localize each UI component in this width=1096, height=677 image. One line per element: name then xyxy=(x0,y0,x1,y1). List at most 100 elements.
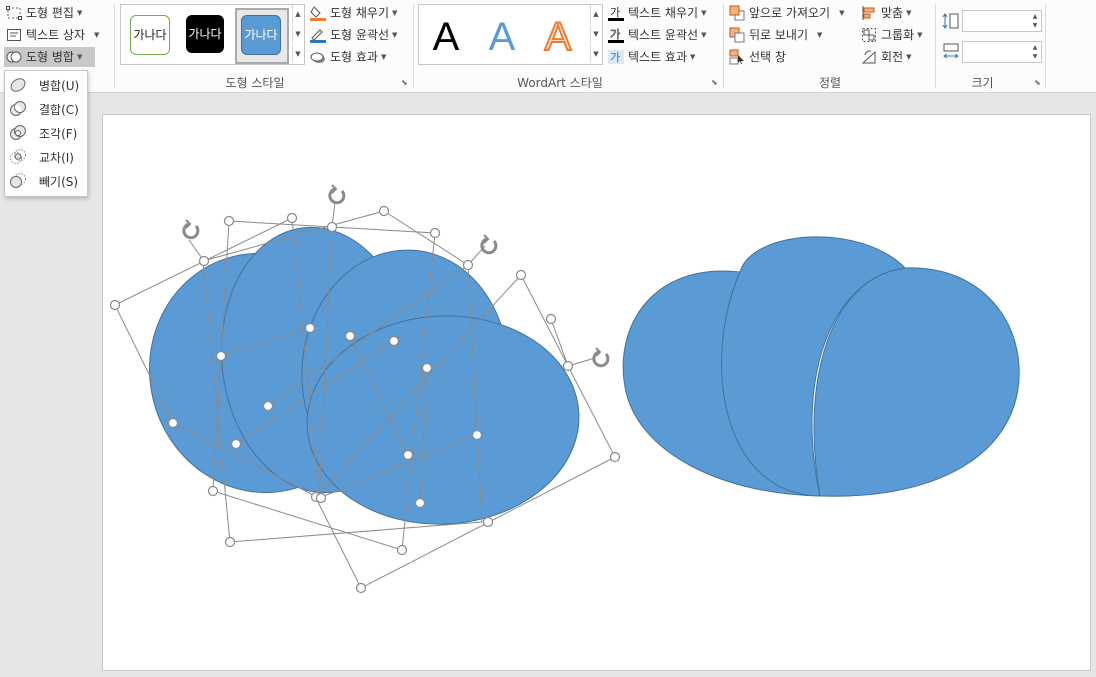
text-box-button[interactable]: 텍스트 상자 ▼ xyxy=(6,25,99,45)
merge-combine-item[interactable]: 결합(C) xyxy=(5,98,87,120)
svg-text:가: 가 xyxy=(610,28,620,41)
wordart-gallery[interactable]: A A A ▲ ▼ ▼ xyxy=(418,4,603,65)
edit-points-icon xyxy=(6,5,22,21)
shape-styles-gallery[interactable]: 가나다 가나다 가나다 ▲ ▼ ▼ xyxy=(120,4,305,65)
bring-forward-label: 앞으로 가져오기 xyxy=(749,6,831,20)
rotate-icon xyxy=(861,49,877,65)
selection-pane-button[interactable]: 선택 창 xyxy=(729,47,786,67)
text-outline-label: 텍스트 윤곽선 xyxy=(628,28,699,42)
merge-shapes-menu: 병합(U) 결합(C) 조각(F) 교차(I) 빼기(S) xyxy=(4,70,88,197)
shape-style-thumb[interactable]: 가나다 xyxy=(130,15,170,55)
send-backward-button[interactable]: 뒤로 보내기 ▼ xyxy=(729,25,822,45)
align-button[interactable]: 맞춤 ▼ xyxy=(861,3,911,23)
dialog-launcher-icon[interactable]: ⬊ xyxy=(401,79,409,87)
text-effects-button[interactable]: 가 텍스트 효과 ▼ xyxy=(608,47,695,67)
shape-effects-icon xyxy=(310,49,326,65)
shape-outline-button[interactable]: 도형 윤곽선 ▼ xyxy=(310,25,397,45)
group-icon xyxy=(861,27,877,43)
dialog-launcher-icon[interactable]: ⬊ xyxy=(711,79,719,87)
gallery-more[interactable]: ▼ xyxy=(292,45,303,63)
merge-union-label: 병합(U) xyxy=(39,78,80,93)
text-fill-icon: 가 xyxy=(608,5,624,21)
group-separator xyxy=(723,4,724,88)
fragment-icon xyxy=(9,124,27,142)
shape-height-input[interactable]: ▲ ▼ xyxy=(962,10,1042,32)
shape-fill-label: 도형 채우기 xyxy=(330,6,390,20)
wordart-sample[interactable]: A xyxy=(538,14,578,60)
text-outline-icon: 가 xyxy=(608,27,624,43)
chevron-down-icon: ▼ xyxy=(701,31,707,39)
selection-pane-icon xyxy=(729,49,745,65)
merge-subtract-label: 빼기(S) xyxy=(39,174,79,189)
merge-combine-label: 결합(C) xyxy=(39,102,79,117)
gallery-more[interactable]: ▼ xyxy=(590,45,601,63)
edit-shape-button[interactable]: 도형 편집 ▼ xyxy=(6,3,82,23)
group-separator xyxy=(1045,4,1046,88)
size-group-label: 크기 xyxy=(971,76,994,90)
chevron-down-icon: ▼ xyxy=(380,53,387,61)
merge-union-item[interactable]: 병합(U) xyxy=(5,74,87,96)
wordart-group-label: WordArt 스타일 xyxy=(517,76,603,90)
rotate-label: 회전 xyxy=(881,50,904,64)
dialog-launcher-icon[interactable]: ⬊ xyxy=(1034,79,1042,87)
shape-style-thumb[interactable]: 가나다 xyxy=(186,15,224,53)
shape-fill-button[interactable]: 도형 채우기 ▼ xyxy=(310,3,397,23)
merge-fragment-label: 조각(F) xyxy=(39,126,78,141)
merge-fragment-item[interactable]: 조각(F) xyxy=(5,122,87,144)
merge-shapes-icon xyxy=(6,49,22,65)
text-fill-label: 텍스트 채우기 xyxy=(628,6,699,20)
chevron-down-icon: ▼ xyxy=(906,53,912,61)
shape-effects-button[interactable]: 도형 효과 ▼ xyxy=(310,47,386,67)
chevron-down-icon: ▼ xyxy=(817,31,823,39)
shape-style-thumb[interactable]: 가나다 xyxy=(241,15,281,55)
merge-shapes-label: 도형 병합 xyxy=(26,50,74,64)
shape-height-icon xyxy=(942,12,960,30)
text-outline-button[interactable]: 가 텍스트 윤곽선 ▼ xyxy=(608,25,706,45)
gallery-scroll-up[interactable]: ▲ xyxy=(590,5,601,24)
edit-shape-label: 도형 편집 xyxy=(26,6,74,20)
chevron-down-icon: ▼ xyxy=(917,31,923,39)
slide-canvas[interactable] xyxy=(102,114,1091,671)
gallery-scroll-down[interactable]: ▼ xyxy=(590,25,601,44)
spin-up-button[interactable]: ▲ xyxy=(1030,43,1040,52)
wordart-sample[interactable]: A xyxy=(426,15,466,59)
merge-subtract-item[interactable]: 빼기(S) xyxy=(5,170,87,192)
shape-styles-group-label: 도형 스타일 xyxy=(225,76,285,90)
chevron-down-icon: ▼ xyxy=(94,31,100,39)
arrange-group-label: 정렬 xyxy=(818,76,842,90)
bring-forward-button[interactable]: 앞으로 가져오기 ▼ xyxy=(729,3,845,23)
svg-text:가: 가 xyxy=(610,6,620,19)
group-separator xyxy=(413,4,414,88)
chevron-down-icon: ▼ xyxy=(906,9,912,17)
wordart-sample[interactable]: A xyxy=(482,15,522,59)
gallery-scroll-down[interactable]: ▼ xyxy=(292,25,303,44)
selection-pane-label: 선택 창 xyxy=(749,50,786,64)
send-backward-icon xyxy=(729,27,745,43)
intersect-icon xyxy=(9,148,27,166)
text-effects-label: 텍스트 효과 xyxy=(628,50,688,64)
gallery-scroll-up[interactable]: ▲ xyxy=(292,5,303,24)
group-label: 그룹화 xyxy=(881,28,915,42)
spin-down-button[interactable]: ▼ xyxy=(1030,52,1040,61)
chevron-down-icon: ▼ xyxy=(701,9,707,17)
chevron-down-icon: ▼ xyxy=(839,9,845,17)
svg-text:가: 가 xyxy=(610,51,620,64)
spin-down-button[interactable]: ▼ xyxy=(1030,21,1040,30)
merge-intersect-label: 교차(I) xyxy=(39,150,74,165)
text-fill-button[interactable]: 가 텍스트 채우기 ▼ xyxy=(608,3,706,23)
group-separator xyxy=(935,4,936,88)
rotate-button[interactable]: 회전 ▼ xyxy=(861,47,911,67)
align-label: 맞춤 xyxy=(881,6,904,20)
text-box-label: 텍스트 상자 xyxy=(26,28,86,42)
merge-shapes-button[interactable]: 도형 병합 ▼ xyxy=(4,47,95,67)
chevron-down-icon: ▼ xyxy=(392,31,398,39)
text-effects-icon: 가 xyxy=(608,49,624,65)
shape-width-input[interactable]: ▲ ▼ xyxy=(962,41,1042,63)
subtract-icon xyxy=(9,172,27,190)
pencil-icon xyxy=(310,27,326,43)
group-button[interactable]: 그룹화 ▼ xyxy=(861,25,923,45)
group-separator xyxy=(114,4,115,88)
merge-intersect-item[interactable]: 교차(I) xyxy=(5,146,87,168)
spin-up-button[interactable]: ▲ xyxy=(1030,12,1040,21)
paint-bucket-icon xyxy=(310,5,326,21)
